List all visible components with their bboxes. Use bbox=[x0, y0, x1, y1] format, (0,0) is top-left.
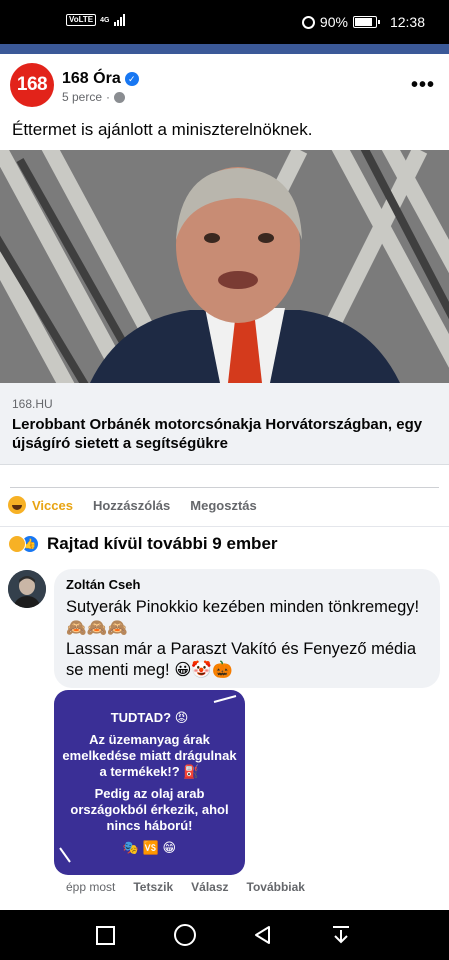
link-title[interactable]: Lerobbant Orbánék motorcsónakja Horvátor… bbox=[12, 415, 432, 453]
post-text: Éttermet is ajánlott a miniszterelnöknek… bbox=[12, 120, 313, 139]
page-name[interactable]: 168 Óra ✓ bbox=[62, 70, 139, 88]
page-name-text[interactable]: 168 Óra bbox=[62, 70, 121, 88]
volte-indicator: VoLTE bbox=[66, 14, 97, 26]
page-avatar-text: 168 bbox=[16, 74, 48, 95]
comment-button[interactable]: Hozzászólás bbox=[93, 498, 170, 513]
comment-like-button[interactable]: Tetszik bbox=[133, 880, 173, 894]
haha-reaction-icon bbox=[8, 496, 26, 514]
link-domain: 168.HU bbox=[12, 397, 53, 411]
more-options-button[interactable]: ••• bbox=[411, 74, 435, 97]
app-header-strip bbox=[0, 44, 449, 54]
comment-actions: épp most Tetszik Válasz Továbbiak bbox=[66, 880, 323, 894]
divider bbox=[0, 526, 449, 527]
comment-author[interactable]: Zoltán Cseh bbox=[66, 577, 140, 592]
status-left: VoLTE 4G bbox=[66, 14, 125, 26]
link-preview-image[interactable] bbox=[0, 150, 449, 383]
reactions-summary[interactable]: 👍 Rajtad kívül további 9 ember bbox=[8, 534, 278, 554]
reaction-label: Vicces bbox=[32, 497, 73, 513]
status-bar: VoLTE 4G 90% 12:38 bbox=[0, 0, 449, 44]
attachment-line: Az üzemanyag árak emelkedése miatt drágu… bbox=[62, 732, 237, 779]
home-icon[interactable] bbox=[174, 924, 196, 946]
alarm-icon bbox=[301, 15, 315, 29]
comment-bubble[interactable]: Zoltán Cseh Sutyerák Pinokkio kezében mi… bbox=[54, 569, 440, 688]
verified-badge-icon: ✓ bbox=[124, 72, 139, 86]
reactions-summary-text: Rajtad kívül további 9 ember bbox=[47, 534, 278, 553]
post-action-bar: Vicces Hozzászólás Megosztás bbox=[8, 496, 277, 514]
back-icon[interactable] bbox=[252, 924, 274, 946]
notification-pull-icon[interactable] bbox=[330, 924, 352, 946]
meta-separator: · bbox=[106, 90, 111, 104]
attachment-line: Pedig az olaj arab országokból érkezik, … bbox=[70, 786, 229, 833]
comment-more-button[interactable]: Továbbiak bbox=[247, 880, 305, 894]
comment-text-line: Lassan már a Paraszt Vakító és Fenyező m… bbox=[66, 640, 417, 679]
comment-text: Sutyerák Pinokkio kezében minden tönkrem… bbox=[66, 597, 436, 681]
news-photo bbox=[0, 150, 449, 383]
comment-attachment-image[interactable]: TUDTAD? 😡 Az üzemanyag árak emelkedése m… bbox=[54, 690, 245, 875]
post-meta: 5 perce · bbox=[62, 90, 126, 104]
comment-text-line: Sutyerák Pinokkio kezében minden tönkrem… bbox=[66, 598, 420, 637]
network-type: 4G bbox=[100, 16, 110, 24]
reaction-button[interactable]: Vicces bbox=[8, 496, 73, 514]
comment-reply-button[interactable]: Válasz bbox=[191, 880, 228, 894]
status-right: 90% 12:38 bbox=[301, 14, 425, 30]
recents-icon[interactable] bbox=[96, 926, 115, 945]
globe-icon bbox=[114, 91, 126, 103]
clock: 12:38 bbox=[389, 14, 425, 30]
divider bbox=[10, 487, 439, 488]
signal-icon bbox=[113, 14, 125, 26]
comment-label: Hozzászólás bbox=[92, 497, 171, 513]
share-button[interactable]: Megosztás bbox=[190, 498, 256, 513]
share-label: Megosztás bbox=[190, 497, 257, 513]
commenter-avatar[interactable] bbox=[8, 570, 46, 608]
link-preview-card[interactable]: 168.HU Lerobbant Orbánék motorcsónakja H… bbox=[0, 383, 449, 465]
post-time[interactable]: 5 perce bbox=[62, 90, 102, 104]
attachment-line: TUDTAD? 😡 bbox=[110, 710, 189, 725]
battery-percent: 90% bbox=[319, 14, 348, 30]
battery-icon bbox=[352, 16, 380, 28]
system-nav-bar bbox=[0, 910, 449, 960]
attachment-text: TUDTAD? 😡 Az üzemanyag árak emelkedése m… bbox=[62, 710, 237, 862]
attachment-line: 🎭 🆚 😁 bbox=[122, 840, 177, 855]
avatar-photo bbox=[8, 570, 46, 608]
haha-reaction-icon bbox=[8, 535, 26, 553]
comment-time: épp most bbox=[66, 880, 116, 894]
page-avatar[interactable]: 168 bbox=[10, 63, 54, 107]
